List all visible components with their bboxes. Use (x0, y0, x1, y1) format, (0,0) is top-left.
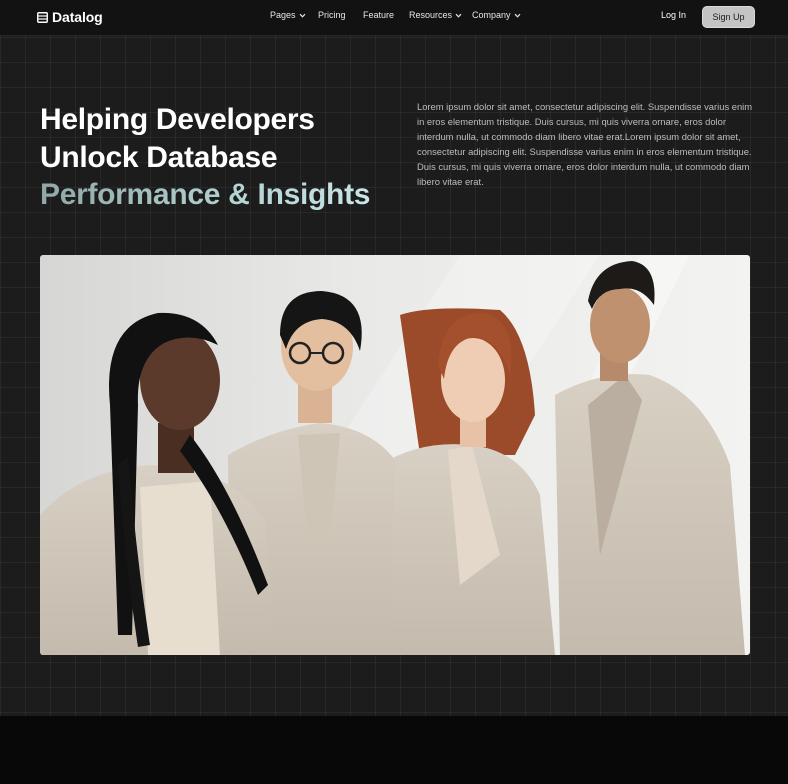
database-table-icon (37, 11, 48, 23)
nav-item-label: Pages (270, 10, 296, 20)
headline-line-1: Helping Developers (40, 103, 315, 136)
chevron-down-icon (299, 13, 305, 18)
top-navigation: Datalog Pages Pricing Feature Resources … (0, 0, 788, 36)
nav-item-label: Pricing (318, 10, 346, 20)
brand-name: Datalog (52, 9, 103, 25)
signup-button-label: Sign Up (712, 12, 745, 22)
page-bottom-band (0, 716, 788, 784)
hero-headline: Helping Developers Unlock Database Perfo… (40, 101, 400, 214)
nav-item-feature[interactable]: Feature (363, 10, 394, 20)
headline-line-2: Unlock Database (40, 140, 278, 174)
nav-item-pricing[interactable]: Pricing (318, 10, 346, 20)
nav-item-label: Company (472, 10, 511, 20)
headline-line-3-gradient: Performance & Insights (40, 176, 400, 214)
chevron-down-icon (514, 13, 520, 18)
landing-page: Datalog Pages Pricing Feature Resources … (0, 0, 788, 784)
hero-description: Lorem ipsum dolor sit amet, consectetur … (417, 101, 753, 187)
signup-button[interactable]: Sign Up (702, 6, 755, 28)
nav-item-label: Feature (363, 10, 395, 20)
team-photo-illustration (40, 255, 750, 655)
nav-item-pages[interactable]: Pages (270, 10, 306, 20)
team-photo (40, 255, 750, 655)
nav-item-label: Resources (409, 10, 453, 20)
brand-logo[interactable]: Datalog (37, 8, 103, 26)
nav-item-resources[interactable]: Resources (409, 10, 462, 20)
chevron-down-icon (455, 13, 462, 18)
nav-item-company[interactable]: Company (472, 10, 521, 20)
login-link[interactable]: Log In (661, 10, 686, 20)
